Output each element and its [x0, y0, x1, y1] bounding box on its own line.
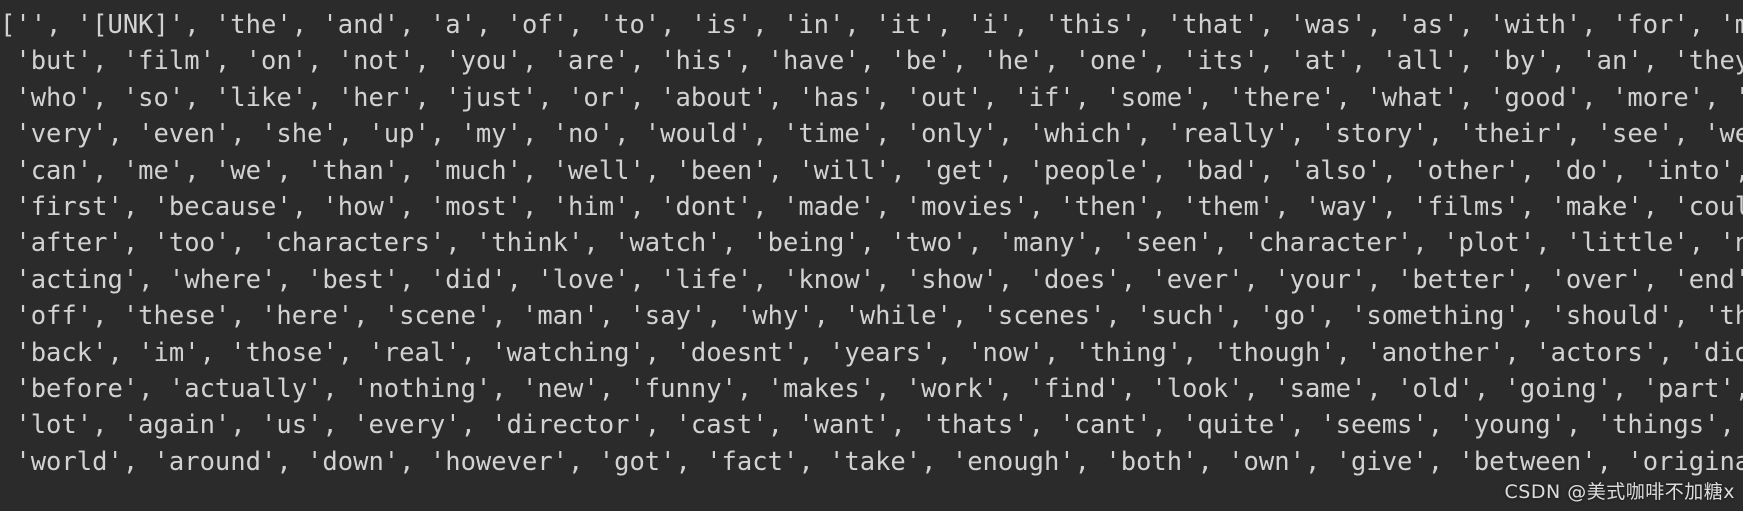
- csdn-watermark: CSDN @美式咖啡不加糖x: [1504, 481, 1735, 503]
- vocabulary-list-output: ['', '[UNK]', 'the', 'and', 'a', 'of', '…: [0, 0, 1743, 480]
- output-line: 'can', 'me', 'we', 'than', 'much', 'well…: [0, 155, 1743, 186]
- output-line: 'off', 'these', 'here', 'scene', 'man', …: [0, 301, 1743, 332]
- output-line: 'first', 'because', 'how', 'most', 'him'…: [0, 191, 1743, 222]
- output-line: 'very', 'even', 'she', 'up', 'my', 'no',…: [0, 119, 1743, 150]
- output-line: 'but', 'film', 'on', 'not', 'you', 'are'…: [0, 46, 1743, 77]
- output-line: 'back', 'im', 'those', 'real', 'watching…: [0, 337, 1743, 368]
- output-line: 'lot', 'again', 'us', 'every', 'director…: [0, 410, 1743, 441]
- output-line: ['', '[UNK]', 'the', 'and', 'a', 'of', '…: [0, 10, 1743, 40]
- output-line: 'world', 'around', 'down', 'however', 'g…: [0, 446, 1743, 477]
- output-line: 'before', 'actually', 'nothing', 'new', …: [0, 373, 1743, 404]
- output-line: 'after', 'too', 'characters', 'think', '…: [0, 228, 1743, 259]
- console-output-panel: ['', '[UNK]', 'the', 'and', 'a', 'of', '…: [0, 0, 1743, 511]
- output-line: 'who', 'so', 'like', 'her', 'just', 'or'…: [0, 82, 1743, 113]
- output-line: 'acting', 'where', 'best', 'did', 'love'…: [0, 264, 1743, 295]
